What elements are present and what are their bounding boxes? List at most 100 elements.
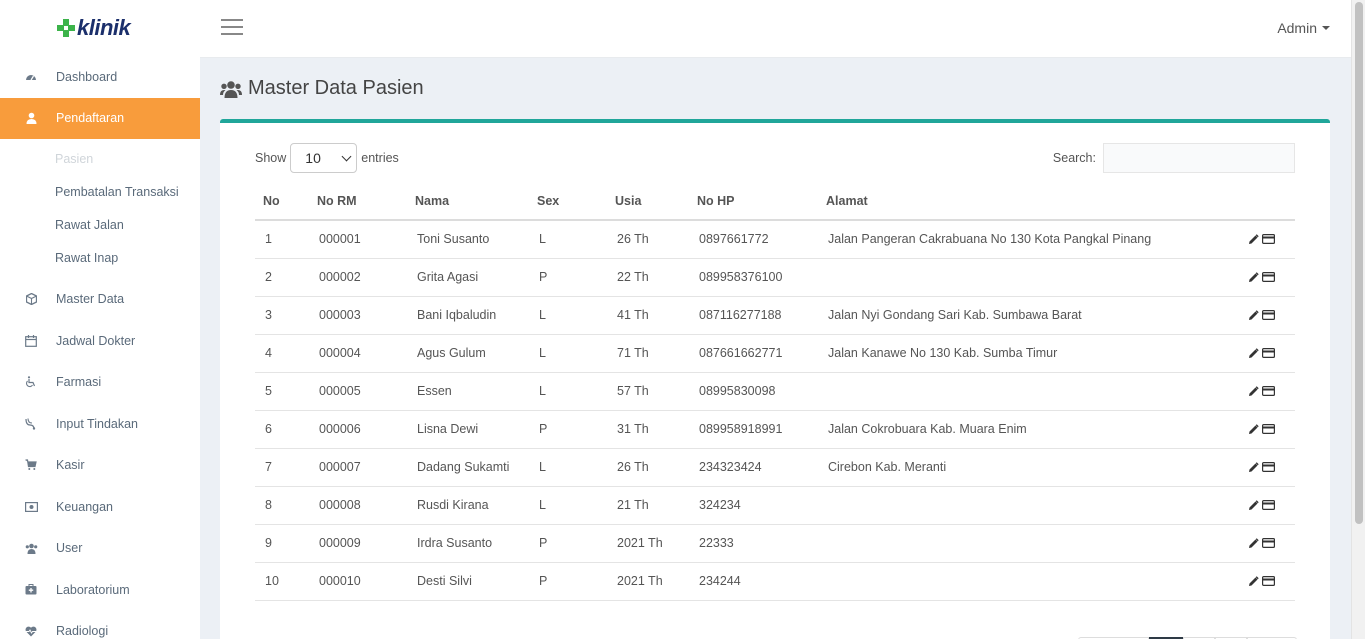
chevron-down-icon <box>341 151 352 161</box>
sidebar-menu-lower: Master Data Jadwal Dokter Farmasi Input … <box>0 279 200 639</box>
sidebar-item-master-data[interactable]: Master Data <box>0 279 200 321</box>
logo-cross-icon <box>57 19 75 37</box>
cube-icon <box>24 292 38 306</box>
cell-no: 1 <box>255 220 309 259</box>
card-icon[interactable] <box>1262 348 1275 358</box>
dashboard-icon <box>24 70 38 84</box>
cell-usia: 41 Th <box>607 296 689 335</box>
cell-actions <box>1238 524 1295 563</box>
heartbeat-icon <box>24 624 38 638</box>
cell-no: 2 <box>255 258 309 297</box>
logo-text: klinik <box>77 15 131 40</box>
card-icon[interactable] <box>1262 576 1275 586</box>
edit-pencil-icon[interactable] <box>1248 537 1259 549</box>
card-icon[interactable] <box>1262 272 1275 282</box>
cell-actions <box>1238 562 1295 601</box>
hamburger-menu-icon[interactable] <box>221 19 243 35</box>
sidebar-item-kasir[interactable]: Kasir <box>0 445 200 487</box>
sidebar-item-pendaftaran[interactable]: Pendaftaran <box>0 97 200 139</box>
cell-no: 9 <box>255 524 309 563</box>
column-header-sex[interactable]: Sex <box>529 183 607 221</box>
table-row: 2 000002 Grita Agasi P 22 Th 089958376100 <box>255 258 1295 297</box>
sidebar-item-farmasi[interactable]: Farmasi <box>0 362 200 404</box>
user-menu-dropdown[interactable]: Admin <box>1277 20 1330 36</box>
card-icon[interactable] <box>1262 424 1275 434</box>
cell-no-hp: 087661662771 <box>689 334 818 373</box>
column-header-no-hp[interactable]: No HP <box>689 183 818 221</box>
page-scrollbar[interactable] <box>1351 0 1365 639</box>
sidebar-item-jadwal-dokter[interactable]: Jadwal Dokter <box>0 320 200 362</box>
table-row: 4 000004 Agus Gulum L 71 Th 087661662771 Jalan… <box>255 334 1295 373</box>
scrollbar-thumb[interactable] <box>1355 2 1363 524</box>
submenu-item-pasien[interactable]: Pasien <box>0 143 200 176</box>
sidebar-submenu: Pasien Pembatalan Transaksi Rawat Jalan … <box>0 139 200 279</box>
cell-nama: Agus Gulum <box>407 334 529 373</box>
table-row: 10 000010 Desti Silvi P 2021 Th 234244 <box>255 562 1295 601</box>
card-icon[interactable] <box>1262 500 1275 510</box>
sidebar-item-user[interactable]: User <box>0 528 200 570</box>
cell-usia: 21 Th <box>607 486 689 525</box>
card-icon[interactable] <box>1262 310 1275 320</box>
edit-pencil-icon[interactable] <box>1248 423 1259 435</box>
table-row: 9 000009 Irdra Susanto P 2021 Th 22333 <box>255 524 1295 563</box>
logo[interactable]: klinik <box>0 0 200 56</box>
search-input[interactable] <box>1103 143 1295 173</box>
cell-no-hp: 324234 <box>689 486 818 525</box>
column-header-no-rm[interactable]: No RM <box>309 183 407 221</box>
column-header-alamat[interactable]: Alamat <box>818 183 1238 221</box>
sidebar-menu: Dashboard Pendaftaran <box>0 56 200 139</box>
column-header-no[interactable]: No <box>255 183 309 221</box>
cell-usia: 57 Th <box>607 372 689 411</box>
submenu-item-rawat-jalan[interactable]: Rawat Jalan <box>0 209 200 242</box>
cell-no-rm: 000001 <box>309 220 407 259</box>
sidebar-item-label: Laboratorium <box>56 582 130 597</box>
sidebar-item-dashboard[interactable]: Dashboard <box>0 56 200 98</box>
sidebar-item-input-tindakan[interactable]: Input Tindakan <box>0 403 200 445</box>
cell-sex: L <box>529 334 607 373</box>
edit-pencil-icon[interactable] <box>1248 575 1259 587</box>
calendar-icon <box>24 334 38 348</box>
cell-no-hp: 087116277188 <box>689 296 818 335</box>
cell-no-hp: 22333 <box>689 524 818 563</box>
cell-sex: L <box>529 486 607 525</box>
sidebar-item-laboratorium[interactable]: Laboratorium <box>0 569 200 611</box>
table-row: 6 000006 Lisna Dewi P 31 Th 089958918991 Jalan… <box>255 410 1295 449</box>
cell-no-hp: 08995830098 <box>689 372 818 411</box>
edit-pencil-icon[interactable] <box>1248 499 1259 511</box>
cell-sex: P <box>529 562 607 601</box>
sidebar-item-label: Master Data <box>56 292 125 307</box>
cell-no-rm: 000003 <box>309 296 407 335</box>
column-header-usia[interactable]: Usia <box>607 183 689 221</box>
table-row: 7 000007 Dadang Sukamti L 26 Th 234323424 Cire… <box>255 448 1295 487</box>
table-search: Search: <box>1053 143 1295 173</box>
table-header-row: No No RM Nama Sex Usia No HP Alamat <box>255 183 1295 221</box>
edit-pencil-icon[interactable] <box>1248 271 1259 283</box>
sidebar-item-keuangan[interactable]: Keuangan <box>0 486 200 528</box>
sidebar-item-radiologi[interactable]: Radiologi <box>0 611 200 639</box>
page-title: Master Data Pasien <box>220 77 424 100</box>
column-header-nama[interactable]: Nama <box>407 183 529 221</box>
edit-pencil-icon[interactable] <box>1248 461 1259 473</box>
card-icon[interactable] <box>1262 538 1275 548</box>
card-icon[interactable] <box>1262 386 1275 396</box>
card-icon[interactable] <box>1262 462 1275 472</box>
submenu-item-pembatalan-transaksi[interactable]: Pembatalan Transaksi <box>0 176 200 209</box>
cell-no-rm: 000010 <box>309 562 407 601</box>
card-icon[interactable] <box>1262 234 1275 245</box>
user-name: Admin <box>1277 20 1317 36</box>
sidebar-item-label: Jadwal Dokter <box>56 333 136 348</box>
search-label: Search: <box>1052 151 1096 165</box>
cell-usia: 26 Th <box>607 448 689 487</box>
edit-pencil-icon[interactable] <box>1248 385 1259 397</box>
edit-pencil-icon[interactable] <box>1248 347 1259 359</box>
entries-select[interactable]: 10 <box>290 143 358 173</box>
cell-no-rm: 000008 <box>309 486 407 525</box>
submenu-item-rawat-inap[interactable]: Rawat Inap <box>0 242 200 275</box>
edit-pencil-icon[interactable] <box>1248 234 1259 245</box>
cell-no-rm: 000002 <box>309 258 407 297</box>
cell-alamat: Jalan Cokrobuara Kab. Muara Enim <box>818 410 1238 449</box>
cell-no-rm: 000006 <box>309 410 407 449</box>
table-row: 1 000001 Toni Susanto L 26 Th 0897661772 Jalan… <box>255 220 1295 259</box>
cell-sex: P <box>529 524 607 563</box>
edit-pencil-icon[interactable] <box>1248 309 1259 321</box>
